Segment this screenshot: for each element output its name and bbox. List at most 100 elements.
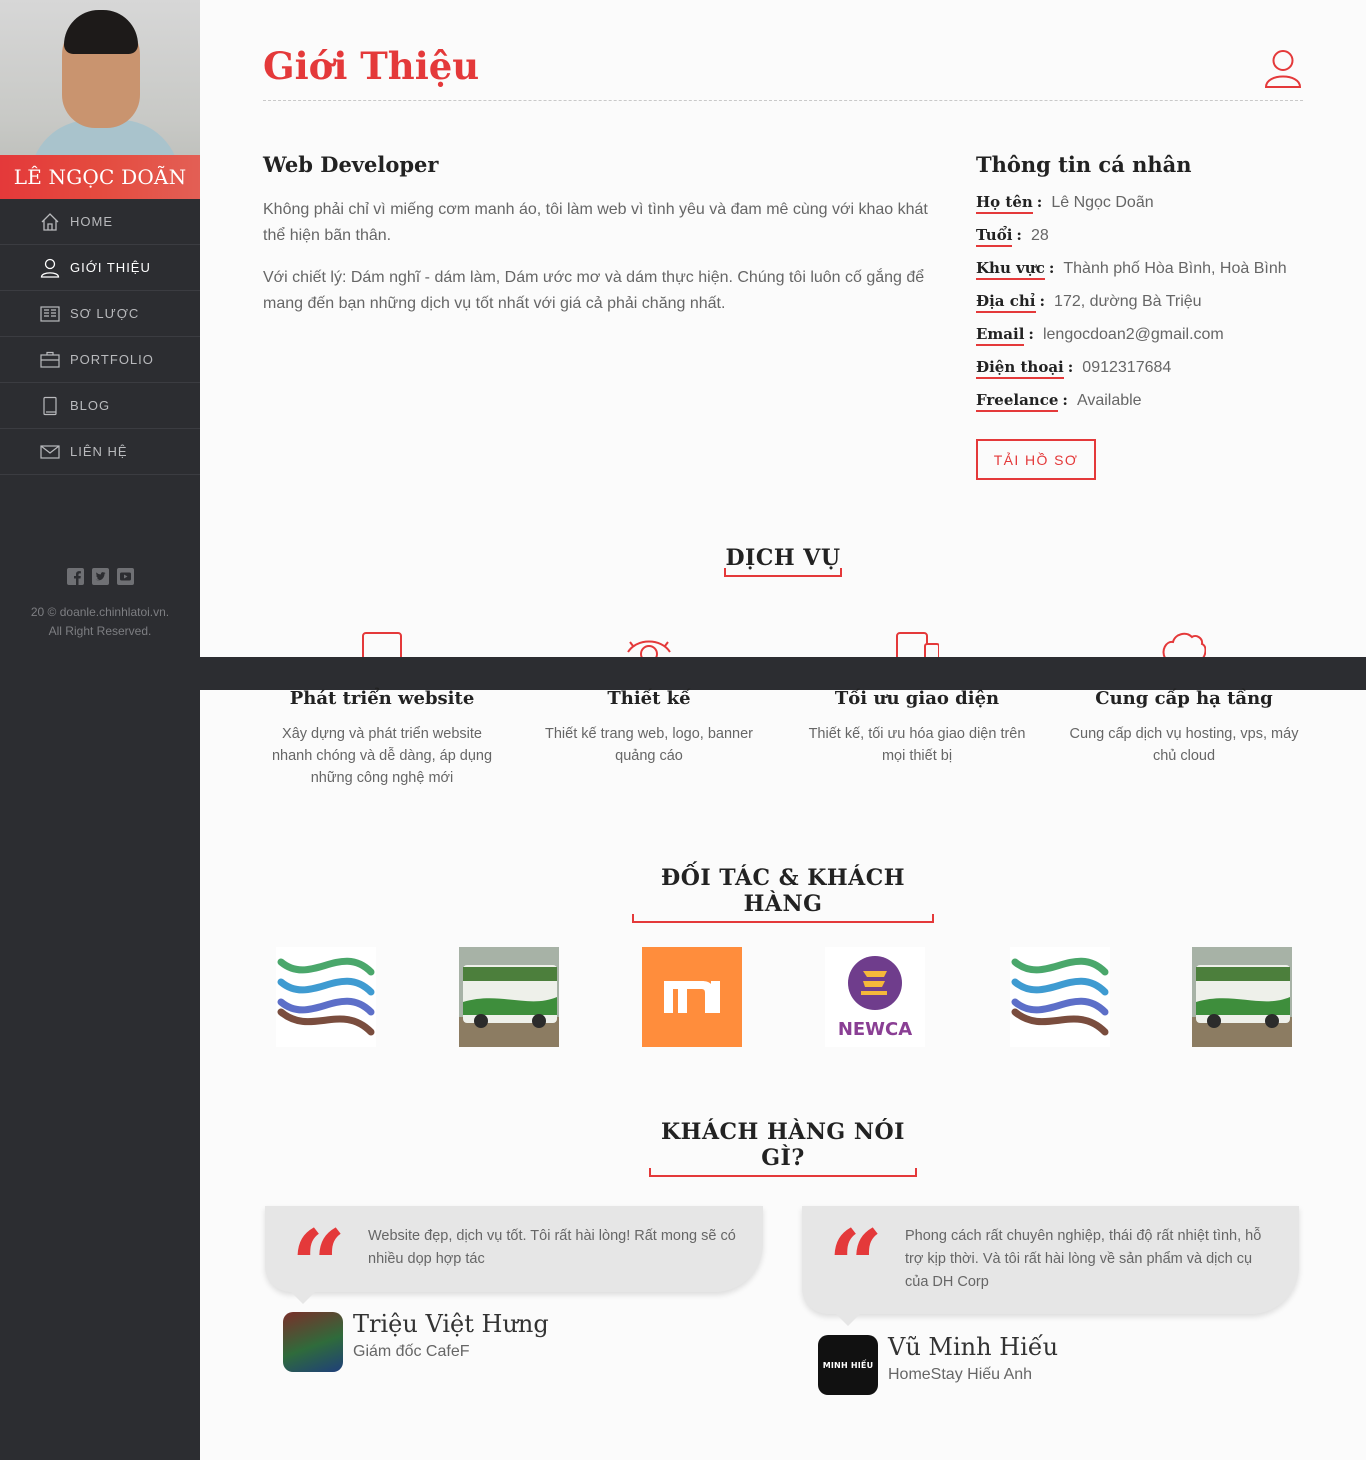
eye-icon [627,630,671,663]
facebook-icon[interactable] [66,568,84,585]
info-label: Họ tên [976,193,1033,214]
info-label: Địa chỉ [976,292,1036,313]
briefcase-icon [40,350,60,370]
nav-label: GIỚI THIỆU [70,260,151,275]
info-colon: : [1062,391,1068,409]
nav-label: LIÊN HỆ [70,444,128,459]
info-value: 0912317684 [1082,359,1172,376]
nav-label: HOME [70,214,113,229]
nav-item-home[interactable]: HOME [0,199,200,245]
copyright-line: 20 © doanle.chinhlatoi.vn. [30,605,170,619]
quote-icon: “ [828,1209,884,1322]
info-label: Điện thoại [976,358,1064,379]
info-row-region: Khu vực: Thành phố Hòa Bình, Hoà Bình [976,259,1287,292]
services-title: DỊCH VỤ [724,545,842,577]
service-title: Cung cấp hạ tầng [1095,688,1273,709]
service-desc: Thiết kế, tối ưu hóa giao diện trên mọi … [808,726,1026,764]
info-value: 172, dường Bà Triệu [1054,293,1202,310]
nav-label: PORTFOLIO [70,352,154,367]
info-label: Freelance [976,391,1059,412]
service-title: Thiết kế [607,688,691,709]
devices-icon [895,630,940,663]
testimonials-title: KHÁCH HÀNG NÓI GÌ? [649,1119,917,1177]
info-colon: : [1048,259,1055,277]
info-row-age: Tuổi: 28 [976,226,1287,259]
info-colon: : [1036,193,1043,211]
testimonials-title-text: KHÁCH HÀNG NÓI GÌ? [661,1119,905,1171]
nav-item-portfolio[interactable]: PORTFOLIO [0,337,200,383]
nav-item-resume[interactable]: SƠ LƯỢC [0,291,200,337]
user-icon [40,258,60,278]
service-card: Phát triển website Xây dựng và phát triể… [262,688,502,789]
copyright: 20 © doanle.chinhlatoi.vn. All Right Res… [0,603,200,641]
testimonial-bubble: “ Website đẹp, dịch vụ tốt. Tôi rất hài … [265,1206,763,1314]
newca-text: NEWCA [838,1019,912,1040]
info-colon: : [1016,226,1022,244]
page-title: Giới Thiệu [263,44,480,88]
book-icon [40,396,60,416]
user-icon [1264,49,1302,89]
about-paragraph: Không phải chỉ vì miếng cơm manh áo, tôi… [263,201,928,244]
info-value: Lê Ngọc Doãn [1051,194,1154,211]
personal-info-list: Họ tên: Lê Ngọc Doãn Tuổi: 28 Khu vực: T… [976,193,1287,424]
service-desc: Thiết kế trang web, logo, banner quảng c… [545,726,753,764]
nav-label: SƠ LƯỢC [70,306,140,321]
author-name: Triệu Việt Hưng [353,1310,549,1338]
testimonial-text: Website đẹp, dịch vụ tốt. Tôi rất hài lò… [368,1228,736,1267]
partner-logo-wave[interactable] [276,947,376,1047]
copyright-line: All Right Reserved. [48,624,152,638]
partner-logo-bus[interactable] [459,947,559,1047]
partner-logo-wave[interactable] [1010,947,1110,1047]
social-links [0,568,200,585]
info-value: Thành phố Hòa Bình, Hoà Bình [1063,260,1287,277]
monitor-icon [360,630,404,664]
service-desc: Cung cấp dịch vụ hosting, vps, máy chủ c… [1069,726,1299,764]
info-colon: : [1067,358,1074,376]
service-title: Phát triển website [289,688,475,709]
info-row-email: Email: lengocdoan2@gmail.com [976,325,1287,358]
envelope-icon [40,442,60,462]
profile-name: LÊ NGỌC DOÃN [0,155,200,199]
info-row-freelance: Freelance: Available [976,391,1287,424]
partner-logo-mi[interactable] [642,947,742,1047]
nav-item-contact[interactable]: LIÊN HỆ [0,429,200,475]
about-heading: Web Developer [263,152,439,177]
home-icon [40,212,60,232]
partners-title: ĐỐI TÁC & KHÁCH HÀNG [632,865,934,923]
partner-logo-newca[interactable]: NEWCA [825,947,925,1047]
info-value: Available [1076,392,1142,409]
author-name: Vũ Minh Hiếu [888,1333,1059,1361]
twitter-icon[interactable] [91,568,109,585]
youtube-icon[interactable] [116,568,134,585]
avatar-text: MINH HIẾU [822,1360,874,1370]
service-card: Tối ưu giao diện Thiết kế, tối ưu hóa gi… [797,688,1037,767]
info-label: Khu vực [976,259,1045,280]
partner-logo-bus[interactable] [1192,947,1292,1047]
info-row-phone: Điện thoại: 0912317684 [976,358,1287,391]
info-value: lengocdoan2@gmail.com [1042,326,1224,343]
main-content: Giới Thiệu Web Developer Không phải chỉ … [200,0,1366,1460]
cloud-icon [1162,630,1207,660]
testimonial-bubble: “ Phong cách rất chuyên nghiệp, thái độ … [802,1206,1299,1326]
avatar [283,1312,343,1372]
info-colon: : [1039,292,1046,310]
resume-icon [40,304,60,324]
about-paragraph: Với chiết lý: Dám nghĩ - dám làm, Dám ướ… [263,269,925,312]
service-title: Tối ưu giao diện [834,688,1000,709]
nav-label: BLOG [70,398,111,413]
author-role: Giám đốc CafeF [353,1343,470,1360]
main-nav: HOME GIỚI THIỆU SƠ LƯỢC PORTFOLIO BLOG L… [0,199,200,475]
partners-title-text: ĐỐI TÁC & KHÁCH HÀNG [660,865,906,917]
info-label: Email [976,325,1025,346]
download-cv-button[interactable]: TẢI HỒ SƠ [976,439,1096,480]
nav-item-blog[interactable]: BLOG [0,383,200,429]
info-row-address: Địa chỉ: 172, dường Bà Triệu [976,292,1287,325]
service-card: Cung cấp hạ tầng Cung cấp dịch vụ hostin… [1064,688,1304,767]
scroll-overlay-bar [200,657,1366,690]
nav-item-about[interactable]: GIỚI THIỆU [0,245,200,291]
title-divider [263,100,1303,101]
avatar: MINH HIẾU [818,1335,878,1395]
author-role: HomeStay Hiếu Anh [888,1366,1033,1383]
personal-info-heading: Thông tin cá nhân [976,152,1192,177]
info-value: 28 [1030,227,1049,244]
